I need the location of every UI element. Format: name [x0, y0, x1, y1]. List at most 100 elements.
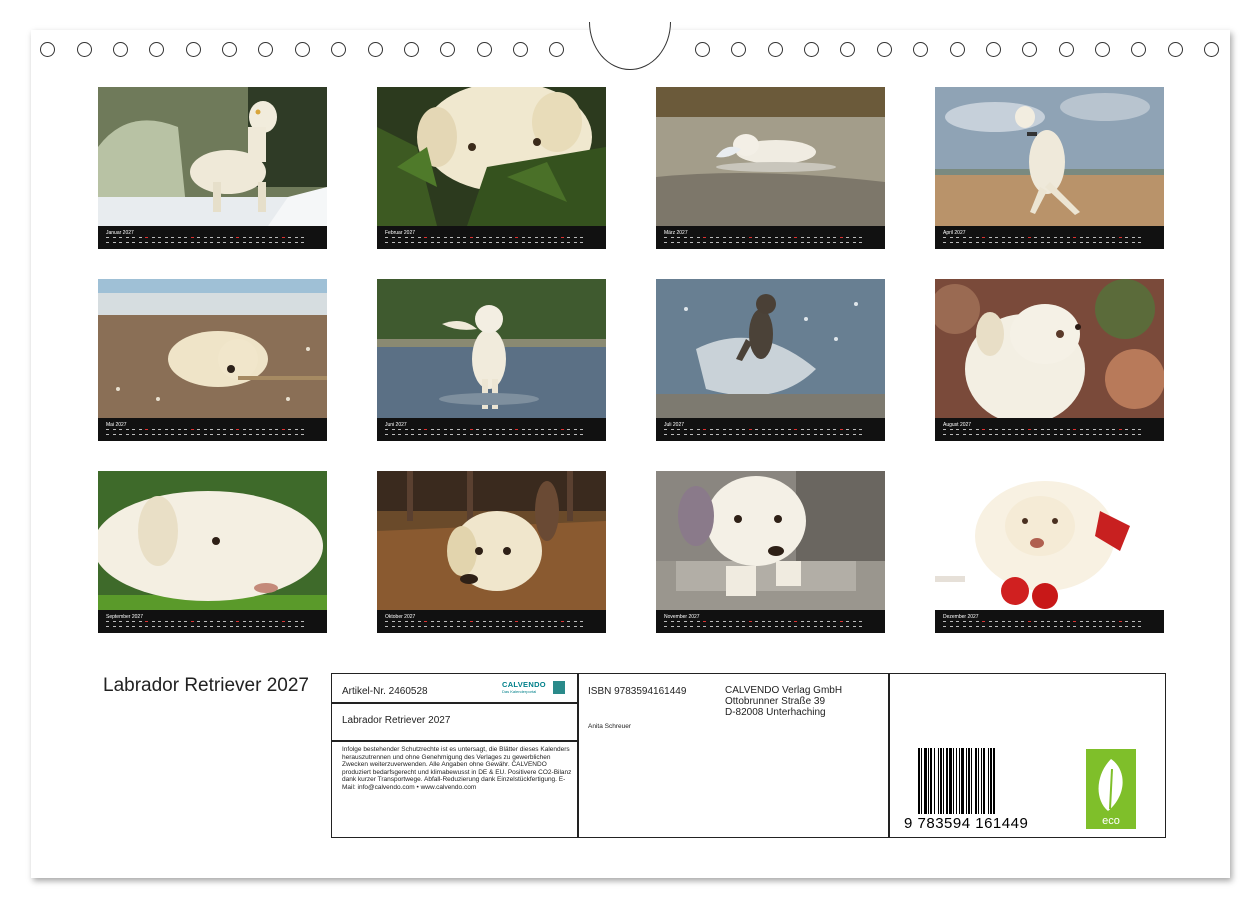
- photo-november: [656, 471, 885, 610]
- binding-hole: [186, 42, 201, 57]
- barcode-digits: 9 783594 161449: [904, 815, 1029, 832]
- month-strip: Juli 2027: [656, 418, 885, 441]
- month-label: September 2027: [106, 614, 143, 620]
- binding-hole: [913, 42, 928, 57]
- month-label: Februar 2027: [385, 230, 416, 236]
- photo-april: [935, 87, 1164, 226]
- month-strip: Oktober 2027: [377, 610, 606, 633]
- binding-hole: [950, 42, 965, 57]
- calvendo-logo: CALVENDO Das Kalenderportal: [502, 680, 572, 694]
- month-strip: November 2027: [656, 610, 885, 633]
- binding-hole: [1204, 42, 1219, 57]
- photo-october: [377, 471, 606, 610]
- calendar-title: Labrador Retriever 2027: [103, 675, 309, 696]
- month-tile-march: März 2027: [656, 87, 885, 249]
- author: Anita Schreuer: [588, 723, 631, 730]
- binding-hole: [295, 42, 310, 57]
- month-label: März 2027: [664, 230, 688, 236]
- month-strip: Mai 2027: [98, 418, 327, 441]
- eco-label: eco: [1102, 815, 1120, 827]
- binding-hole: [477, 42, 492, 57]
- logo-mark-icon: [553, 681, 565, 694]
- binding-hole: [40, 42, 55, 57]
- binding-hole: [768, 42, 783, 57]
- month-strip: August 2027: [935, 418, 1164, 441]
- month-tile-july: Juli 2027: [656, 279, 885, 441]
- month-tile-december: Dezember 2027: [935, 471, 1164, 633]
- month-tile-october: Oktober 2027: [377, 471, 606, 633]
- mini-calendar: [664, 621, 874, 630]
- month-tile-august: August 2027: [935, 279, 1164, 441]
- mini-calendar: [106, 429, 316, 438]
- publisher-city: D-82008 Unterhaching: [725, 707, 826, 718]
- binding-hole: [1022, 42, 1037, 57]
- photo-july: [656, 279, 885, 418]
- binding-hole: [222, 42, 237, 57]
- binding-hole: [513, 42, 528, 57]
- mini-calendar: [943, 429, 1153, 438]
- binding-hole: [368, 42, 383, 57]
- month-tile-april: April 2027: [935, 87, 1164, 249]
- photo-december: [935, 471, 1164, 610]
- product-title: Labrador Retriever 2027: [342, 715, 451, 726]
- month-tile-january: Januar 2027: [98, 87, 327, 249]
- mini-calendar: [385, 429, 595, 438]
- binding-hole: [404, 42, 419, 57]
- month-tile-june: Juni 2027: [377, 279, 606, 441]
- publisher-address: CALVENDO Verlag GmbH Ottobrunner Straße …: [725, 685, 842, 718]
- month-label: Dezember 2027: [943, 614, 979, 620]
- mini-calendar: [385, 621, 595, 630]
- binding-hole: [549, 42, 564, 57]
- photo-august: [935, 279, 1164, 418]
- binding-hole: [258, 42, 273, 57]
- month-label: April 2027: [943, 230, 966, 236]
- binding-hole: [149, 42, 164, 57]
- month-strip: Juni 2027: [377, 418, 606, 441]
- month-strip: März 2027: [656, 226, 885, 249]
- month-strip: Januar 2027: [98, 226, 327, 249]
- binding-hole: [695, 42, 710, 57]
- photo-september: [98, 471, 327, 610]
- mini-calendar: [664, 237, 874, 246]
- isbn: ISBN 9783594161449: [588, 686, 687, 697]
- photo-january: [98, 87, 327, 226]
- month-strip: Februar 2027: [377, 226, 606, 249]
- binding-hole: [731, 42, 746, 57]
- binding-hole: [1059, 42, 1074, 57]
- mini-calendar: [943, 237, 1153, 246]
- month-label: August 2027: [943, 422, 972, 428]
- eco-badge: eco: [1086, 749, 1136, 829]
- binding-hole: [1131, 42, 1146, 57]
- binding-hole: [113, 42, 128, 57]
- binding-hole: [1168, 42, 1183, 57]
- photo-february: [377, 87, 606, 226]
- mini-calendar: [943, 621, 1153, 630]
- mini-calendar: [385, 237, 595, 246]
- photo-june: [377, 279, 606, 418]
- month-label: Juni 2027: [385, 422, 407, 428]
- month-label: Mai 2027: [106, 422, 127, 428]
- publisher-street: Ottobrunner Straße 39: [725, 696, 826, 707]
- month-label: November 2027: [664, 614, 700, 620]
- legal-text: Infolge bestehender Schutzrechte ist es …: [342, 746, 572, 791]
- binding-hole: [840, 42, 855, 57]
- binding-hole: [440, 42, 455, 57]
- month-tile-may: Mai 2027: [98, 279, 327, 441]
- mini-calendar: [106, 621, 316, 630]
- binding-hole: [77, 42, 92, 57]
- month-label: Juli 2027: [664, 422, 685, 428]
- article-number: Artikel-Nr. 2460528: [342, 686, 428, 697]
- month-label: Oktober 2027: [385, 614, 416, 620]
- photo-may: [98, 279, 327, 418]
- binding-hole: [804, 42, 819, 57]
- month-strip: September 2027: [98, 610, 327, 633]
- month-strip: April 2027: [935, 226, 1164, 249]
- binding-hole: [1095, 42, 1110, 57]
- photo-march: [656, 87, 885, 226]
- month-tile-february: Februar 2027: [377, 87, 606, 249]
- month-tile-november: November 2027: [656, 471, 885, 633]
- binding-hole: [877, 42, 892, 57]
- publisher-name: CALVENDO Verlag GmbH: [725, 685, 843, 696]
- mini-calendar: [106, 237, 316, 246]
- binding-hole: [986, 42, 1001, 57]
